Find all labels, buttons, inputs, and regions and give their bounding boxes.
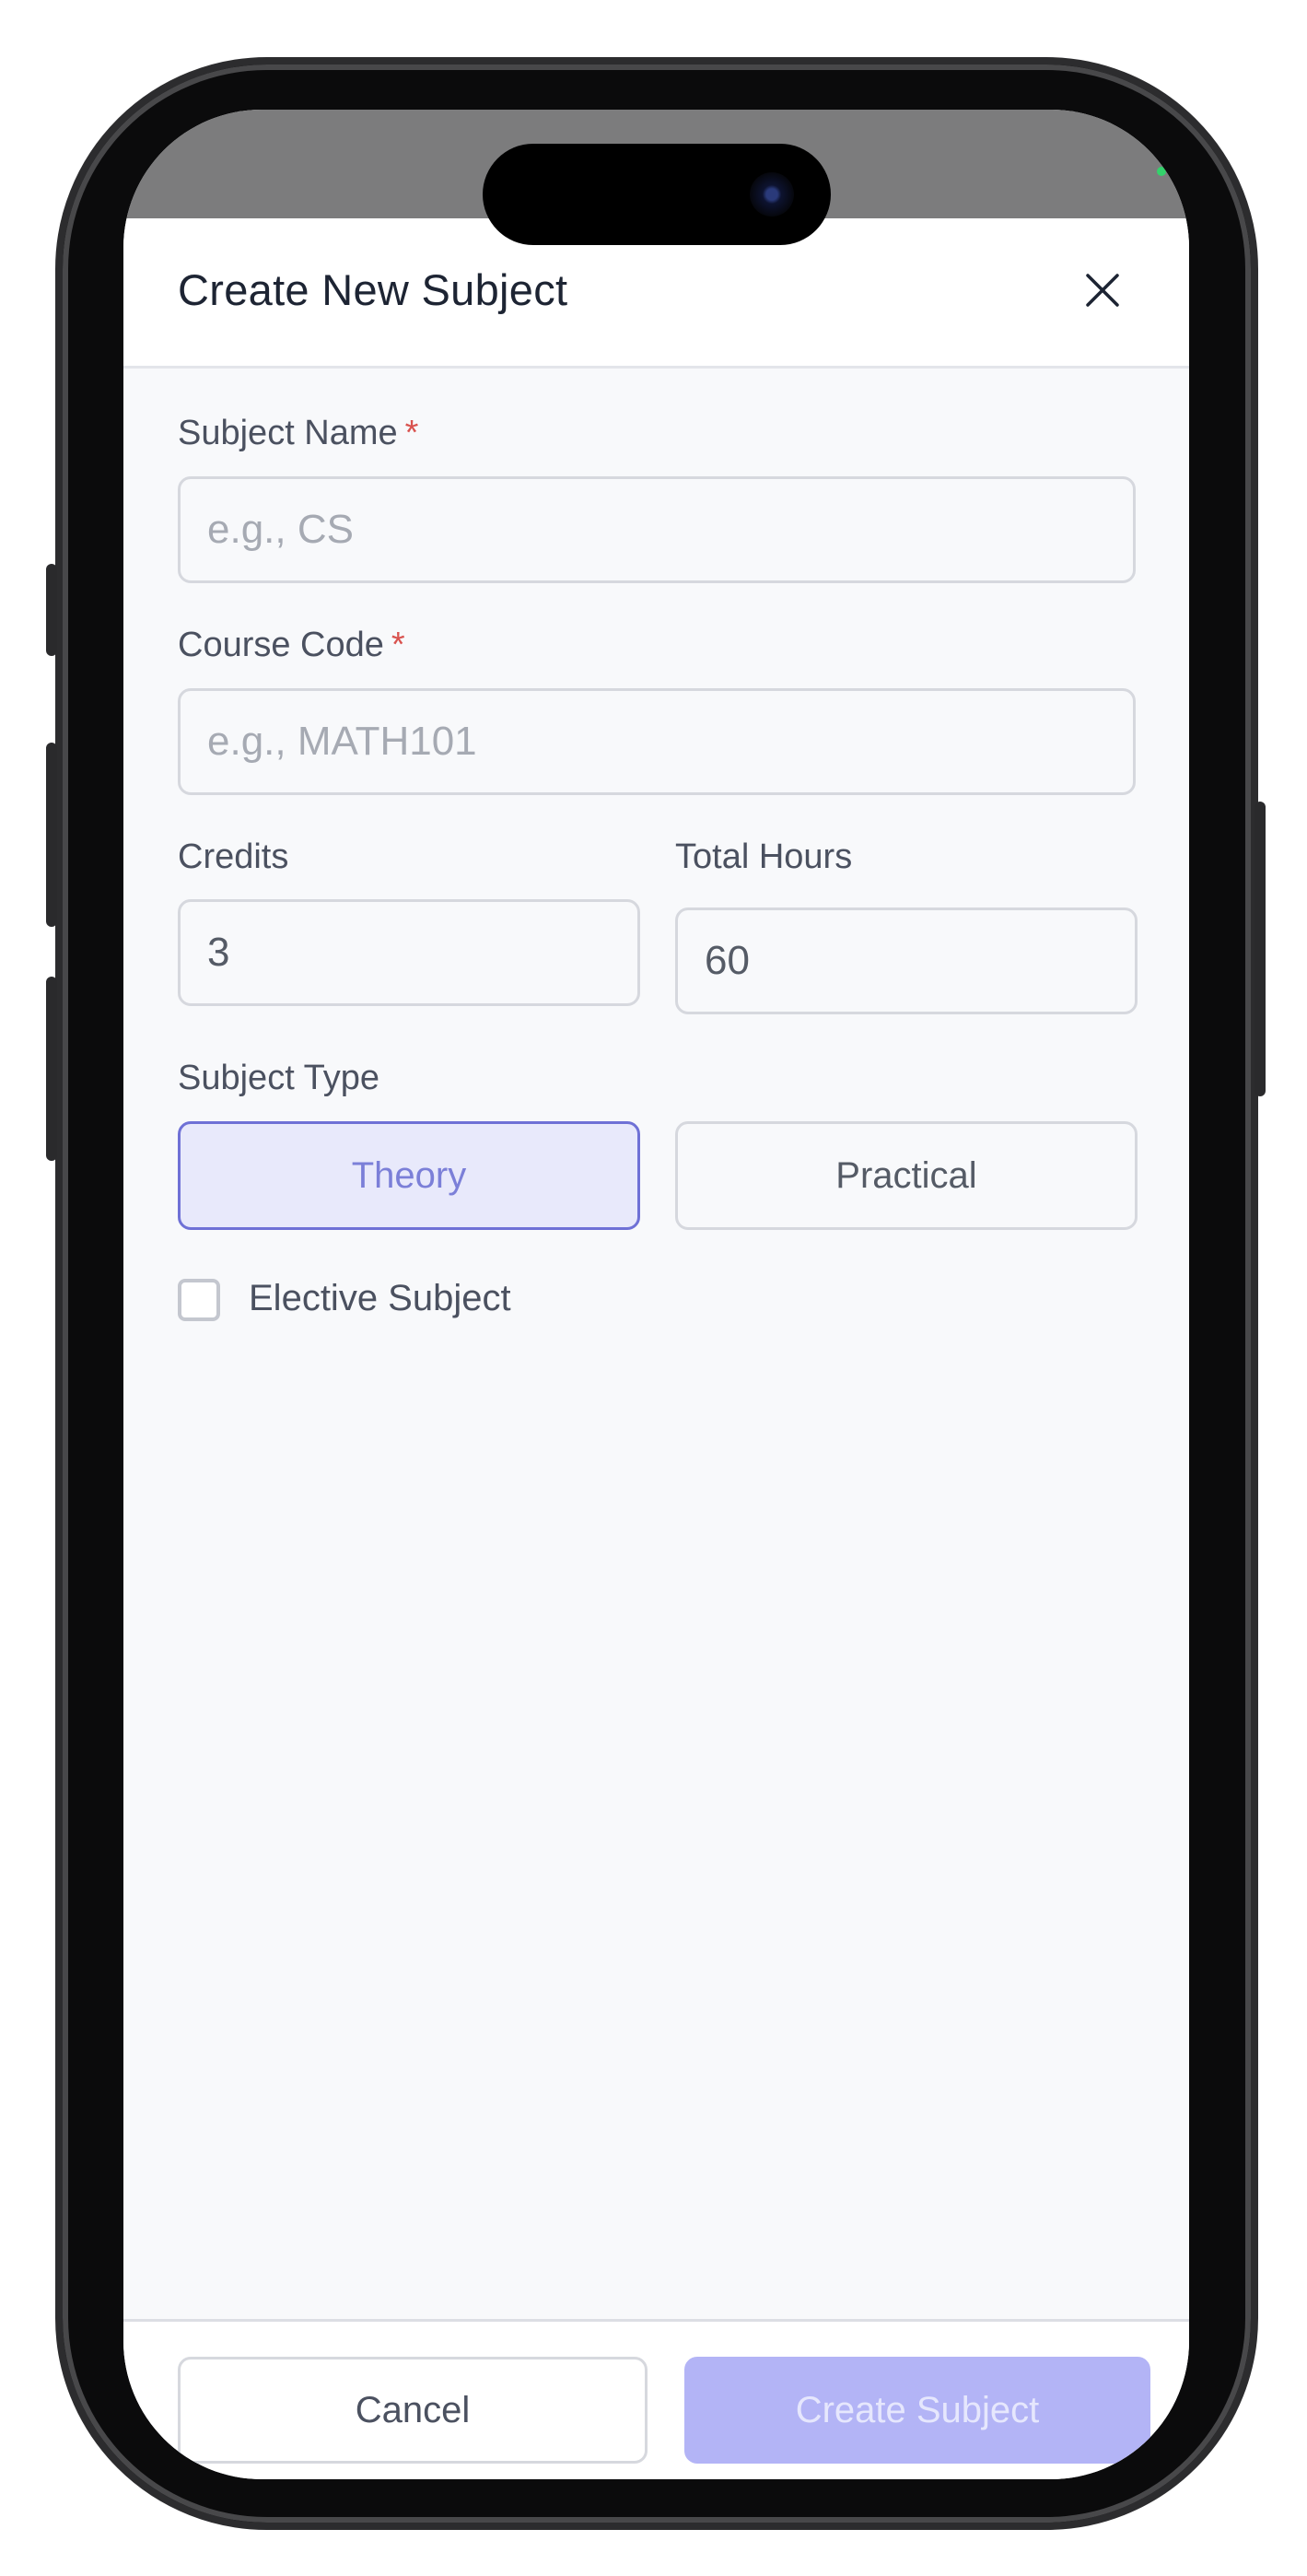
elective-label: Elective Subject [249, 1278, 511, 1318]
subject-name-label: Subject Name * [178, 414, 418, 453]
course-code-input[interactable] [178, 688, 1136, 795]
subject-name-input[interactable] [178, 476, 1136, 583]
camera-icon [750, 172, 794, 217]
course-code-label-text: Course Code [178, 626, 384, 664]
close-icon [1086, 274, 1119, 307]
credits-input[interactable]: 3 [178, 899, 640, 1006]
cancel-button[interactable]: Cancel [178, 2357, 648, 2464]
subject-type-practical-button[interactable]: Practical [675, 1121, 1138, 1230]
screen: Create New Subject Subject Name* Course … [123, 110, 1189, 2479]
required-marker: * [391, 626, 405, 664]
modal-title: Create New Subject [178, 265, 568, 314]
volume-up-button [46, 743, 57, 927]
total-hours-input[interactable]: 60 [675, 907, 1138, 1014]
subject-type-theory-button[interactable]: Theory [178, 1121, 640, 1230]
power-button [1254, 802, 1266, 1096]
privacy-indicator-dot [1157, 167, 1166, 176]
modal-footer: Cancel Create Subject [123, 2319, 1189, 2479]
total-hours-label: Total Hours [675, 837, 853, 876]
course-code-label: Course Code * [178, 626, 405, 665]
credits-label: Credits [178, 837, 289, 876]
action-button [46, 564, 57, 656]
elective-checkbox[interactable] [178, 1279, 220, 1321]
volume-down-button [46, 977, 57, 1161]
subject-name-label-text: Subject Name [178, 414, 398, 452]
close-button[interactable] [1082, 270, 1123, 310]
create-subject-button[interactable]: Create Subject [684, 2357, 1150, 2464]
dynamic-island [483, 144, 831, 245]
subject-type-label: Subject Type [178, 1059, 380, 1097]
required-marker: * [404, 414, 419, 452]
